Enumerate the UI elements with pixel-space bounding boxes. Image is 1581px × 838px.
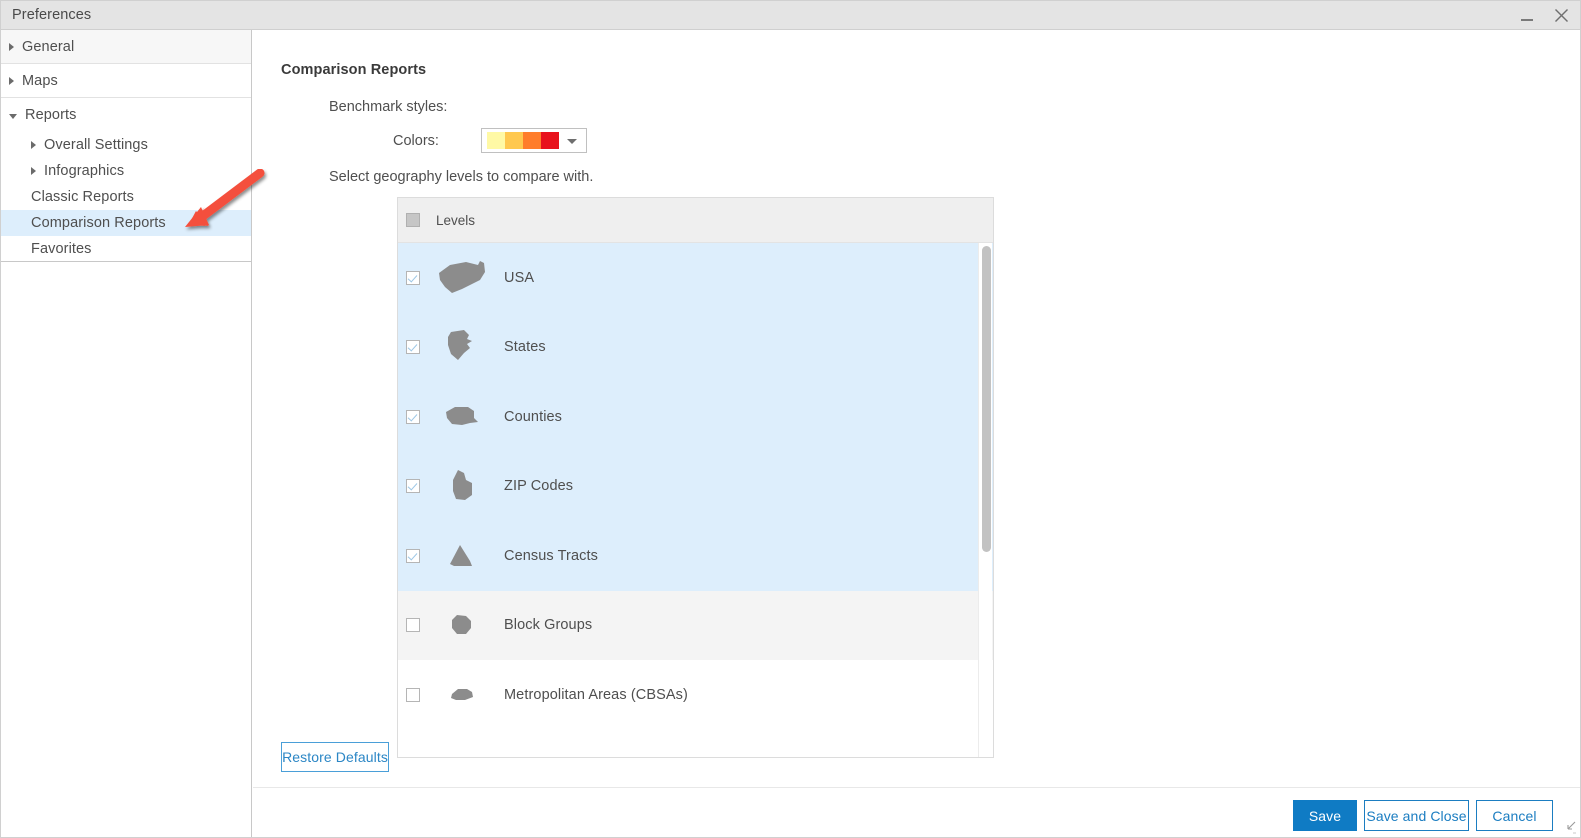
color-ramp-preview (487, 132, 559, 149)
save-button[interactable]: Save (1293, 800, 1357, 831)
preferences-main-panel: Comparison Reports Benchmark styles: Col… (253, 30, 1580, 837)
level-label: States (504, 339, 546, 356)
sidebar-item-favorites[interactable]: Favorites (1, 236, 251, 262)
sidebar-item-favorites-label: Favorites (31, 240, 92, 257)
color-ramp-dropdown[interactable] (481, 128, 587, 153)
zip-shape-icon (436, 466, 488, 506)
level-label: ZIP Codes (504, 478, 574, 495)
level-checkbox[interactable] (406, 340, 420, 355)
sidebar-item-comparison-reports[interactable]: Comparison Reports (1, 210, 251, 236)
color-ramp-swatch-2 (505, 132, 523, 149)
sidebar-item-overall-settings[interactable]: Overall Settings (1, 132, 251, 158)
sidebar-group-general-label: General (22, 38, 75, 55)
sidebar-item-classic-reports[interactable]: Classic Reports (1, 184, 251, 210)
sidebar-item-classic-reports-label: Classic Reports (31, 189, 135, 205)
level-label: USA (504, 269, 535, 286)
level-checkbox[interactable] (406, 548, 420, 563)
levels-table: Levels USA States Counties ZIP Codes Census … (397, 197, 994, 758)
restore-defaults-button[interactable]: Restore Defaults (281, 742, 389, 772)
color-ramp-swatch-1 (487, 132, 505, 149)
sidebar-item-overall-settings-label: Overall Settings (44, 137, 148, 153)
chevron-right-icon (31, 167, 36, 175)
sidebar-group-maps-label: Maps (22, 72, 58, 89)
sidebar-item-infographics[interactable]: Infographics (1, 158, 251, 184)
level-row[interactable]: Census Tracts (398, 521, 993, 591)
level-label: Census Tracts (504, 547, 598, 564)
color-ramp-swatch-3 (523, 132, 541, 149)
colors-label: Colors: (393, 133, 439, 149)
levels-scrollbar[interactable] (978, 243, 992, 757)
level-row[interactable]: USA (398, 243, 993, 313)
level-row[interactable]: States (398, 312, 993, 382)
level-checkbox[interactable] (406, 409, 420, 424)
select-geography-label: Select geography levels to compare with. (329, 169, 594, 185)
benchmark-styles-label: Benchmark styles: (329, 99, 448, 115)
level-checkbox[interactable] (406, 687, 420, 702)
sidebar-item-comparison-reports-label: Comparison Reports (31, 215, 166, 231)
close-icon (1554, 9, 1568, 22)
window-titlebar: Preferences (1, 1, 1580, 30)
chevron-down-icon (9, 113, 17, 119)
sidebar-group-reports[interactable]: Reports (1, 98, 251, 132)
blockgroup-shape-icon (436, 605, 488, 645)
level-checkbox[interactable] (406, 270, 420, 285)
preferences-sidebar: General Maps Reports Overall Settings In… (1, 30, 252, 837)
county-shape-icon (436, 397, 488, 437)
levels-table-body: USA States Counties ZIP Codes Census Tracts B… (398, 243, 993, 757)
page-title: Comparison Reports (281, 62, 427, 78)
footer-divider (253, 787, 1580, 788)
level-checkbox[interactable] (406, 618, 420, 633)
levels-column-header: Levels (436, 212, 476, 228)
level-checkbox[interactable] (406, 479, 420, 494)
tract-shape-icon (436, 536, 488, 576)
level-label: Block Groups (504, 617, 593, 634)
color-ramp-swatch-4 (541, 132, 559, 149)
levels-table-header: Levels (398, 198, 993, 243)
preferences-window: Preferences General Maps Reports Overall (0, 0, 1581, 838)
level-row[interactable]: Counties (398, 382, 993, 452)
level-label: Counties (504, 408, 563, 425)
sidebar-group-reports-label: Reports (25, 107, 77, 123)
window-title: Preferences (12, 7, 92, 23)
sidebar-group-maps[interactable]: Maps (1, 64, 251, 98)
chevron-down-icon (567, 139, 577, 144)
usa-shape-icon (436, 258, 488, 298)
cbsa-shape-icon (436, 675, 488, 715)
chevron-right-icon (9, 42, 14, 51)
resize-grip-icon[interactable] (1562, 819, 1578, 835)
minimize-button[interactable] (1512, 1, 1542, 30)
levels-scrollbar-thumb[interactable] (982, 246, 991, 552)
save-and-close-button[interactable]: Save and Close (1364, 800, 1469, 831)
minimize-icon (1521, 19, 1533, 21)
level-label: Metropolitan Areas (CBSAs) (504, 686, 688, 703)
sidebar-item-infographics-label: Infographics (44, 163, 125, 179)
select-all-checkbox[interactable] (406, 213, 420, 227)
level-row[interactable]: Metropolitan Areas (CBSAs) (398, 660, 993, 730)
chevron-right-icon (9, 76, 14, 85)
close-button[interactable] (1546, 1, 1576, 30)
cancel-button[interactable]: Cancel (1476, 800, 1553, 831)
state-shape-icon (436, 327, 488, 367)
level-row[interactable]: ZIP Codes (398, 451, 993, 521)
chevron-right-icon (31, 141, 36, 149)
sidebar-group-general[interactable]: General (1, 30, 251, 64)
level-row[interactable]: Block Groups (398, 590, 993, 660)
